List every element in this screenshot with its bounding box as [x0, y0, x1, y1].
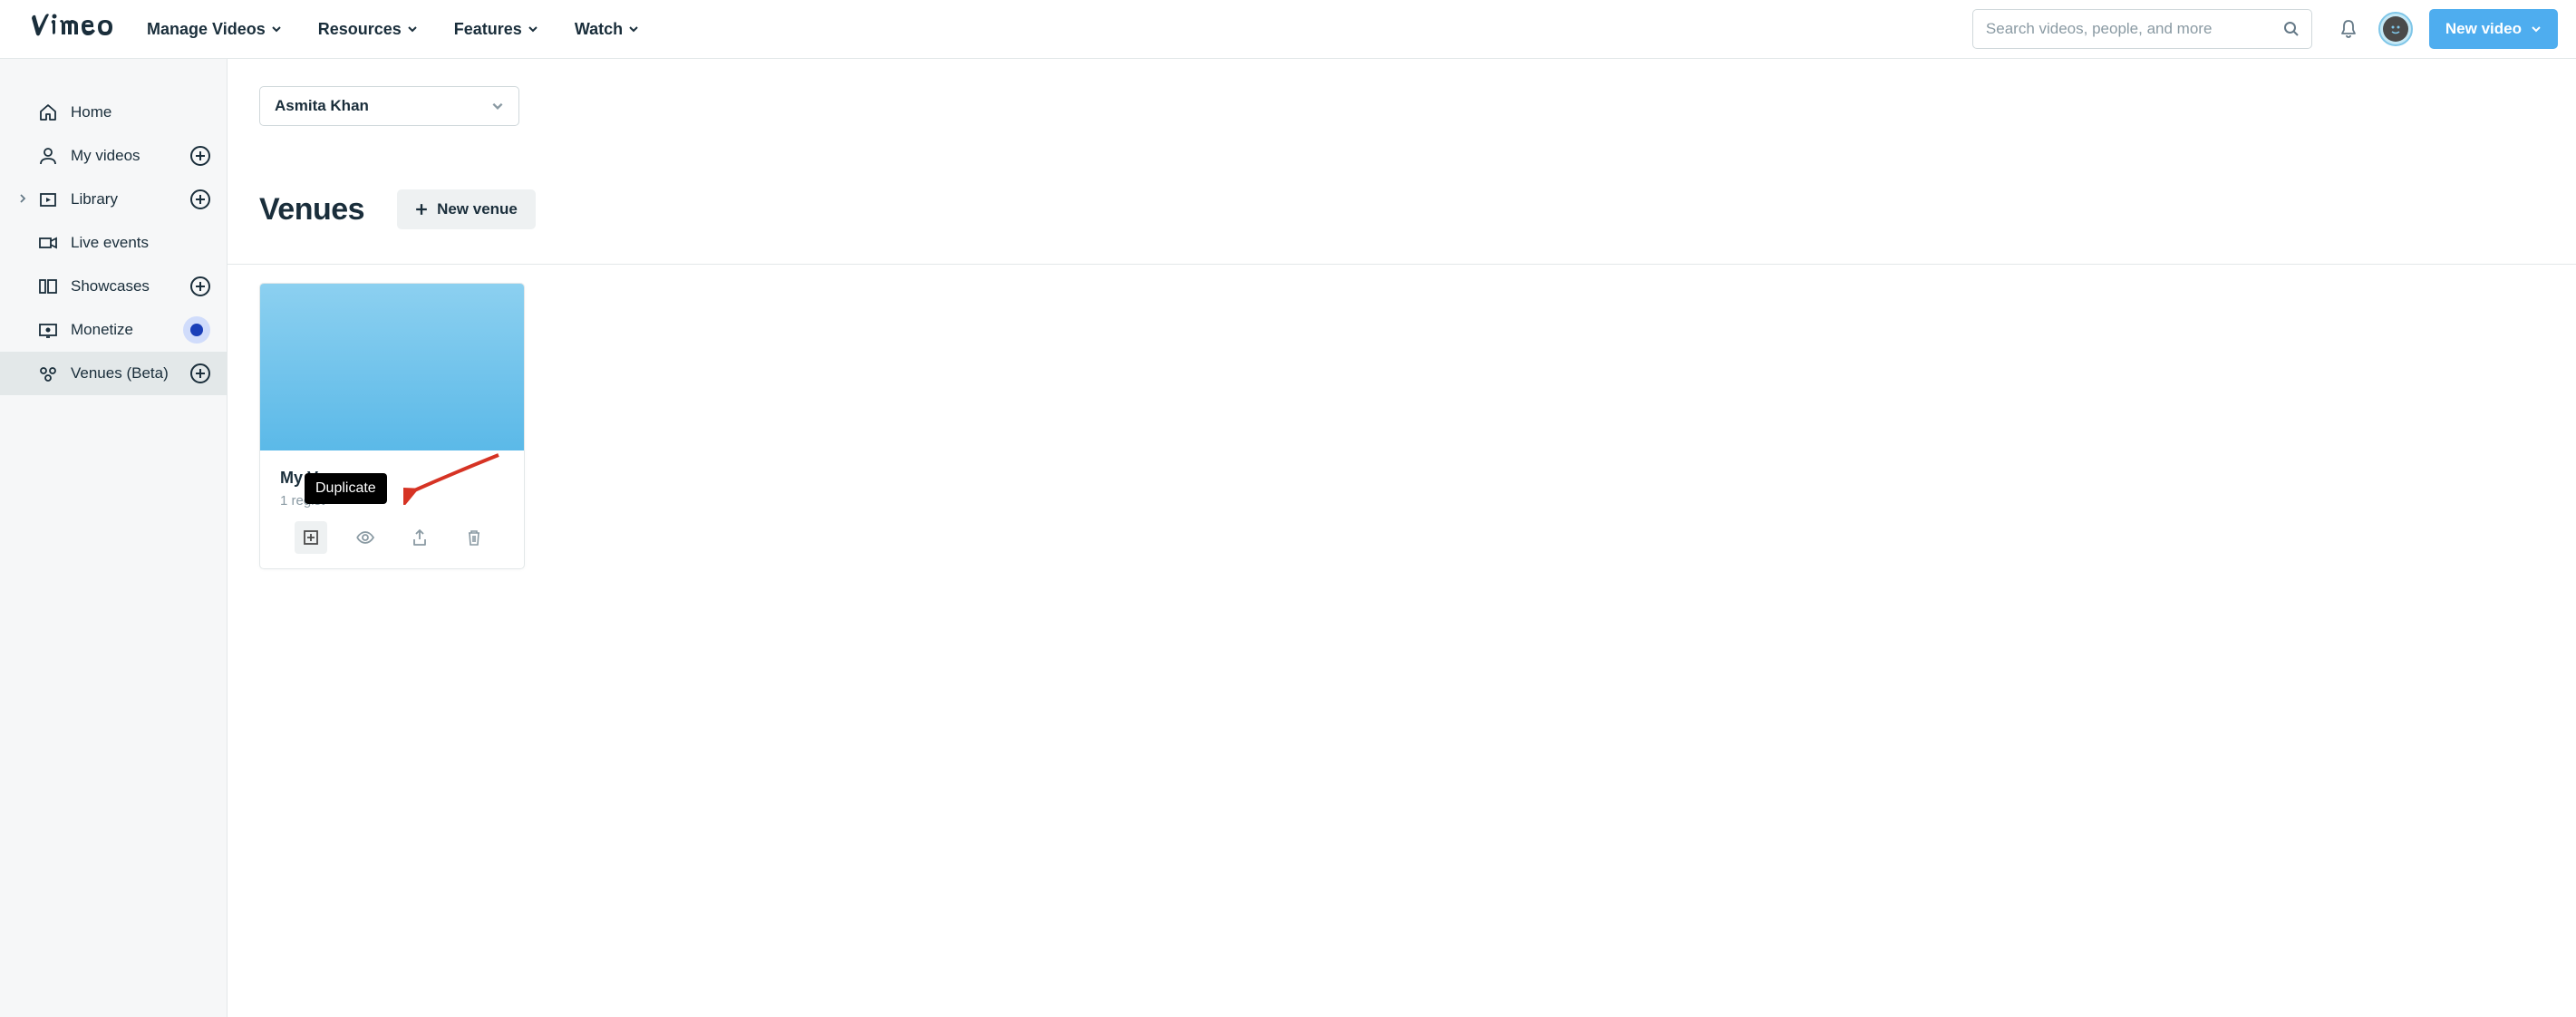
add-venue-button[interactable] — [190, 363, 210, 383]
duplicate-tooltip: Duplicate — [305, 473, 387, 504]
nav-features[interactable]: Features — [454, 20, 538, 39]
nav-resources[interactable]: Resources — [318, 20, 418, 39]
sidebar-label: My videos — [71, 147, 140, 165]
plus-icon — [195, 194, 206, 205]
account-name: Asmita Khan — [275, 97, 369, 115]
sidebar-item-venues[interactable]: Venues (Beta) — [0, 352, 227, 395]
avatar-face-icon — [2387, 20, 2405, 38]
trash-icon — [465, 528, 483, 547]
sidebar-item-library[interactable]: Library — [0, 178, 227, 221]
vimeo-logo[interactable] — [27, 11, 129, 47]
sidebar-label: Showcases — [71, 277, 150, 295]
monetize-icon — [38, 320, 58, 340]
person-icon — [38, 146, 58, 166]
home-icon — [38, 102, 58, 122]
nav-label: Watch — [575, 20, 623, 39]
venue-thumbnail — [260, 284, 524, 450]
main-content: Asmita Khan Venues New venue My Venue 1 … — [227, 59, 2576, 1017]
card-actions — [260, 521, 524, 568]
share-button[interactable] — [403, 521, 436, 554]
preview-button[interactable] — [349, 521, 382, 554]
avatar[interactable] — [2378, 12, 2413, 46]
plus-icon — [195, 368, 206, 379]
chevron-down-icon — [528, 24, 538, 34]
sidebar-item-home[interactable]: Home — [0, 91, 227, 134]
share-icon — [411, 528, 429, 547]
button-label: New venue — [437, 200, 518, 218]
nav-label: Features — [454, 20, 522, 39]
nav-watch[interactable]: Watch — [575, 20, 639, 39]
top-nav: Manage Videos Resources Features Watch — [147, 20, 639, 39]
venues-icon — [38, 363, 58, 383]
sidebar-item-my-videos[interactable]: My videos — [0, 134, 227, 178]
nav-label: Manage Videos — [147, 20, 266, 39]
search-wrapper — [1972, 9, 2312, 49]
plus-icon — [195, 150, 206, 161]
sidebar-label: Library — [71, 190, 118, 208]
sidebar-label: Live events — [71, 234, 149, 252]
new-venue-button[interactable]: New venue — [397, 189, 536, 229]
chevron-down-icon — [2531, 24, 2542, 34]
chevron-down-icon — [407, 24, 418, 34]
annotation-arrow — [403, 450, 503, 505]
chevron-down-icon — [628, 24, 639, 34]
showcases-icon — [38, 276, 58, 296]
nav-label: Resources — [318, 20, 402, 39]
chevron-down-icon — [271, 24, 282, 34]
notifications-button[interactable] — [2335, 15, 2362, 43]
new-indicator — [183, 316, 210, 344]
duplicate-icon — [302, 528, 320, 547]
nav-manage-videos[interactable]: Manage Videos — [147, 20, 282, 39]
plus-icon — [195, 281, 206, 292]
search-input[interactable] — [1972, 9, 2312, 49]
eye-icon — [355, 528, 375, 547]
sidebar-label: Home — [71, 103, 111, 121]
sidebar-item-live-events[interactable]: Live events — [0, 221, 227, 265]
plus-icon — [415, 203, 428, 216]
button-label: New video — [2445, 20, 2522, 38]
delete-button[interactable] — [458, 521, 490, 554]
add-library-button[interactable] — [190, 189, 210, 209]
sidebar-item-showcases[interactable]: Showcases — [0, 265, 227, 308]
chevron-down-icon — [491, 100, 504, 112]
add-showcase-button[interactable] — [190, 276, 210, 296]
sidebar: Home My videos Library — [0, 59, 227, 1017]
video-camera-icon — [38, 233, 58, 253]
sidebar-item-monetize[interactable]: Monetize — [0, 308, 227, 352]
library-icon — [38, 189, 58, 209]
divider — [228, 264, 2576, 265]
duplicate-button[interactable] — [295, 521, 327, 554]
account-selector[interactable]: Asmita Khan — [259, 86, 519, 126]
sidebar-label: Monetize — [71, 321, 133, 339]
add-video-button[interactable] — [190, 146, 210, 166]
sidebar-label: Venues (Beta) — [71, 364, 169, 383]
bell-icon — [2339, 19, 2358, 39]
header: Manage Videos Resources Features Watch N… — [0, 0, 2576, 59]
venue-cards: My Venue 1 regist Duplicate — [259, 283, 2544, 569]
venue-card[interactable]: My Venue 1 regist Duplicate — [259, 283, 525, 569]
new-video-button[interactable]: New video — [2429, 9, 2558, 49]
page-title: Venues — [259, 192, 364, 228]
search-icon — [2283, 21, 2300, 37]
chevron-right-icon — [18, 191, 27, 208]
